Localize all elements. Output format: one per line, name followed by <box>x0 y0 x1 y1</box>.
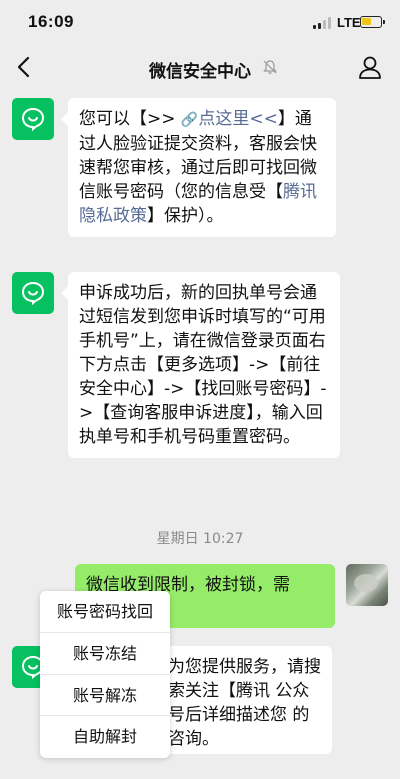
official-account-avatar[interactable] <box>12 272 54 314</box>
menu-item-unfreeze-account[interactable]: 账号解冻 <box>40 675 170 717</box>
message-text: 申诉成功后，新的回执单号会通过短信发到您申诉时填写的“可用手机号”上，请在微信登… <box>79 283 327 447</box>
shield-chat-icon <box>21 281 45 305</box>
link-icon: 🔗 <box>180 112 199 128</box>
message-bubble[interactable]: 申诉成功后，新的回执单号会通过短信发到您申诉时填写的“可用手机号”上，请在微信登… <box>61 272 340 458</box>
official-account-avatar[interactable] <box>12 98 54 140</box>
mute-bell-icon <box>261 58 279 76</box>
page-title: 微信安全中心 <box>149 62 251 82</box>
menu-item-password-recovery[interactable]: 账号密码找回 <box>40 591 170 633</box>
click-here-link[interactable]: 点这里<< <box>198 109 278 129</box>
status-bar: 16:09 LTE <box>0 0 400 44</box>
nav-bar: 微信安全中心 <box>0 44 400 90</box>
network-type: LTE <box>337 15 361 30</box>
battery-icon <box>360 16 385 28</box>
shield-chat-icon <box>21 107 45 131</box>
message-text: 为您提供服务，请搜索关注【腾讯 公众号后详细描述您 的咨询。 <box>168 657 321 749</box>
signal-icon <box>313 17 333 29</box>
menu-item-freeze-account[interactable]: 账号冻结 <box>40 633 170 675</box>
menu-item-self-unblock[interactable]: 自助解封 <box>40 716 170 758</box>
message-bubble[interactable]: 您可以【>> 🔗点这里<<】通过人脸验证提交资料，客服会快速帮您审核，通过后即可… <box>61 98 336 237</box>
profile-button[interactable] <box>356 53 384 81</box>
status-time: 16:09 <box>28 12 74 31</box>
context-menu: 账号密码找回 账号冻结 账号解冻 自助解封 <box>40 591 170 758</box>
chat-timestamp: 星期日 10:27 <box>156 531 244 547</box>
message-text: 您可以【>> <box>79 109 181 129</box>
person-icon <box>359 56 381 79</box>
message-text: 】保护）。 <box>147 206 224 226</box>
user-avatar[interactable] <box>346 564 388 606</box>
